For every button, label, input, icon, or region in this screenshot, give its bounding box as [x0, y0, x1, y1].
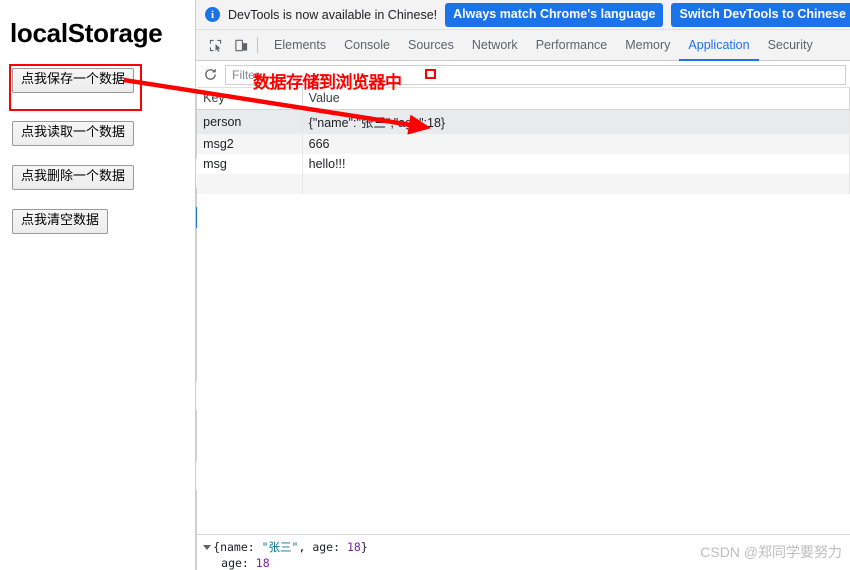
cell-key[interactable]: msg2 [197, 134, 303, 154]
column-header-key[interactable]: Key [197, 88, 303, 110]
screenshot-root: localStorage 点我保存一个数据 点我读取一个数据 点我删除一个数据 … [0, 0, 850, 570]
tab-elements[interactable]: Elements [265, 30, 335, 61]
cell-key-empty[interactable] [197, 174, 303, 194]
preview-age-value: 18 [346, 540, 361, 554]
storage-content-panel: Key Value person {"name":"张三","age":18} … [197, 62, 850, 570]
switch-to-chinese-button[interactable]: Switch DevTools to Chinese [671, 2, 850, 27]
read-data-button[interactable]: 点我读取一个数据 [12, 121, 135, 146]
cell-value-empty[interactable] [302, 174, 850, 194]
locale-notification-bar: i DevTools is now available in Chinese! … [196, 0, 850, 30]
info-icon: i [205, 7, 220, 22]
read-button-wrapper: 点我读取一个数据 [0, 121, 135, 146]
clear-data-button[interactable]: 点我清空数据 [12, 209, 109, 234]
disclosure-triangle-icon[interactable] [203, 545, 212, 550]
tab-application[interactable]: Application [679, 30, 758, 61]
watermark-text: CSDN @郑同学要努力 [700, 544, 843, 560]
tab-sources[interactable]: Sources [399, 30, 463, 61]
preview-age-key: age: [221, 556, 256, 570]
table-row[interactable]: msg2 666 [197, 134, 850, 154]
device-toolbar-icon[interactable] [228, 33, 254, 57]
value-preview-pane: {name: "张三", age: 18} age: 18 CSDN @郑同学要… [197, 534, 850, 570]
clear-button-wrapper: 点我清空数据 [0, 209, 109, 234]
cell-value[interactable]: 666 [302, 134, 850, 154]
storage-key-value-table[interactable]: Key Value person {"name":"张三","age":18} … [197, 88, 850, 534]
devtools-tabbar: Elements Console Sources Network Perform… [196, 30, 850, 61]
cell-value[interactable]: {"name":"张三","age":18} [302, 109, 850, 134]
toolbar-divider [257, 37, 258, 53]
table-row-empty[interactable] [197, 174, 850, 194]
filter-input[interactable] [225, 64, 847, 85]
preview-age-number: 18 [255, 556, 270, 570]
tab-network[interactable]: Network [463, 30, 527, 61]
preview-prefix: {name: [213, 540, 262, 554]
table-row[interactable]: person {"name":"张三","age":18} [197, 109, 850, 134]
preview-suffix: } [360, 540, 368, 554]
cell-key[interactable]: person [197, 109, 303, 134]
tab-performance[interactable]: Performance [527, 30, 617, 61]
delete-data-button[interactable]: 点我删除一个数据 [12, 165, 135, 190]
save-data-button[interactable]: 点我保存一个数据 [12, 68, 135, 93]
tab-console[interactable]: Console [335, 30, 399, 61]
save-button-wrapper: 点我保存一个数据 [0, 68, 135, 93]
devtools-body: Application Manifest Service Workers [196, 62, 850, 570]
inspect-element-icon[interactable] [202, 33, 228, 57]
tab-security[interactable]: Security [759, 30, 822, 61]
delete-button-wrapper: 点我删除一个数据 [0, 165, 135, 190]
devtools-window: i DevTools is now available in Chinese! … [196, 0, 850, 570]
locale-message: DevTools is now available in Chinese! [228, 7, 438, 22]
column-header-value[interactable]: Value [302, 88, 850, 110]
table-header-row: Key Value [197, 88, 850, 110]
tab-memory[interactable]: Memory [616, 30, 679, 61]
table-row[interactable]: msg hello!!! [197, 154, 850, 174]
always-match-language-button[interactable]: Always match Chrome's language [445, 2, 664, 27]
storage-toolbar [197, 62, 850, 88]
preview-name-value: "张三" [261, 540, 299, 554]
preview-mid: , age: [298, 540, 347, 554]
web-page-pane: localStorage 点我保存一个数据 点我读取一个数据 点我删除一个数据 … [0, 0, 196, 570]
cell-value[interactable]: hello!!! [302, 154, 850, 174]
cell-key[interactable]: msg [197, 154, 303, 174]
page-title: localStorage [10, 18, 163, 48]
refresh-icon[interactable] [199, 64, 221, 86]
